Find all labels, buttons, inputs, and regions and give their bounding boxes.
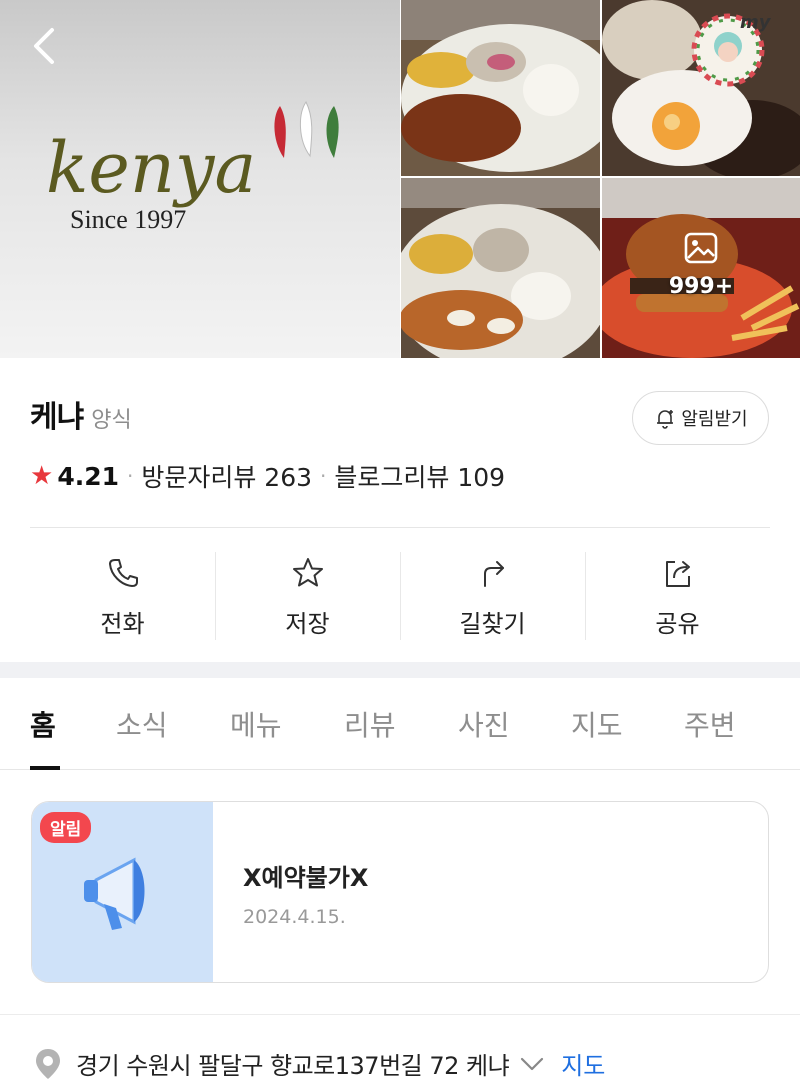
share-label: 공유	[655, 610, 700, 638]
notify-label: 알림받기	[681, 409, 748, 430]
rating-row: ★ 4.21 · 방문자리뷰 263 · 블로그리뷰 109	[30, 458, 505, 494]
place-category: 양식	[91, 408, 132, 433]
separator-dot: ·	[320, 464, 327, 488]
address-row[interactable]: 경기 수원시 팔달구 향교로137번길 72 케냐 지도	[34, 1046, 605, 1081]
tab-home[interactable]: 홈	[30, 704, 56, 744]
notice-title: X예약불가X	[243, 864, 369, 892]
logo-brand-text: kenya	[46, 127, 256, 209]
notice-card[interactable]: 알림 X예약불가X 2024.4.15.	[31, 801, 769, 983]
location-pin-icon	[36, 1048, 60, 1079]
notice-thumbnail: 알림	[32, 802, 213, 982]
share-button[interactable]: 공유	[585, 548, 770, 642]
star-filled-icon: ★	[30, 461, 54, 491]
hero-gallery[interactable]: kenya Since 1997 my 999+	[0, 0, 800, 358]
call-button[interactable]: 전화	[30, 548, 215, 642]
food-photo-cutlet[interactable]	[401, 0, 600, 176]
phone-icon	[108, 559, 138, 587]
divider	[30, 527, 770, 528]
my-profile-badge[interactable]: my	[690, 6, 780, 88]
tab-nearby[interactable]: 주변	[684, 704, 736, 744]
visitor-review-link[interactable]: 방문자리뷰 263	[141, 458, 312, 494]
star-outline-icon	[292, 558, 323, 587]
food-photo-tonkatsu[interactable]	[401, 178, 600, 358]
action-bar: 전화 저장 길찾기 공유	[30, 548, 770, 642]
map-link[interactable]: 지도	[561, 1046, 605, 1081]
directions-icon	[483, 561, 504, 587]
directions-label: 길찾기	[459, 610, 526, 638]
place-title-row: 케냐 양식	[30, 392, 132, 436]
my-badge-text: my	[740, 12, 772, 33]
more-photos-button[interactable]: 999+	[602, 178, 800, 358]
save-button[interactable]: 저장	[215, 548, 400, 642]
logo-since-text: Since 1997	[70, 205, 186, 234]
save-label: 저장	[285, 610, 330, 638]
image-icon	[684, 232, 718, 264]
back-button[interactable]	[24, 22, 68, 70]
chevron-down-icon[interactable]	[519, 1056, 545, 1072]
directions-button[interactable]: 길찾기	[400, 548, 585, 642]
notice-badge: 알림	[40, 812, 92, 843]
megaphone-icon	[84, 857, 145, 930]
tab-menu[interactable]: 메뉴	[230, 704, 282, 744]
bell-plus-icon	[657, 410, 674, 429]
photo-count: 999+	[668, 274, 734, 299]
section-gap	[0, 662, 800, 678]
kenya-logo: kenya Since 1997	[46, 101, 339, 234]
tab-photo[interactable]: 사진	[458, 704, 510, 744]
avatar: my	[691, 12, 772, 87]
tab-news[interactable]: 소식	[116, 704, 168, 744]
share-icon	[665, 561, 690, 587]
divider	[0, 1014, 800, 1015]
active-tab-indicator	[30, 766, 60, 770]
logo-photo[interactable]: kenya Since 1997	[0, 0, 400, 358]
tab-review[interactable]: 리뷰	[344, 704, 396, 744]
blog-review-link[interactable]: 블로그리뷰 109	[334, 458, 505, 494]
separator-dot: ·	[127, 464, 134, 488]
chevron-left-icon	[34, 28, 54, 64]
notify-button[interactable]: 알림받기	[632, 391, 769, 445]
tab-bar: 홈 소식 메뉴 리뷰 사진 지도 주변	[0, 678, 800, 770]
tab-map[interactable]: 지도	[571, 704, 623, 744]
place-name: 케냐	[30, 400, 84, 435]
notice-date: 2024.4.15.	[243, 906, 346, 928]
rating-value: 4.21	[57, 461, 119, 491]
address-text[interactable]: 경기 수원시 팔달구 향교로137번길 72 케냐	[76, 1046, 510, 1081]
call-label: 전화	[100, 610, 145, 638]
